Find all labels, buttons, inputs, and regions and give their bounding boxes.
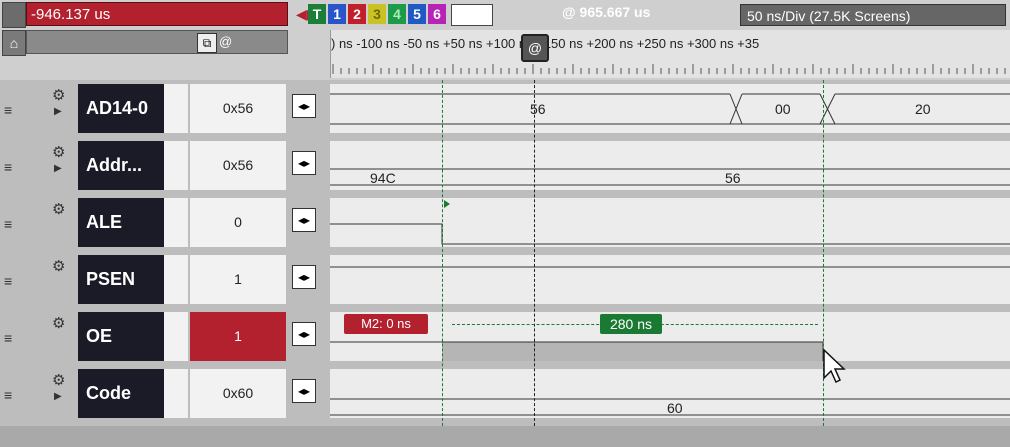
expand-icon[interactable]: ▶: [54, 106, 62, 117]
waveform-lane[interactable]: [330, 255, 1010, 304]
measurement-delta: 280 ns: [600, 314, 662, 334]
channel-value: 1: [190, 255, 286, 304]
marker-4[interactable]: 4: [388, 4, 406, 24]
channel-name[interactable]: AD14-0: [78, 84, 164, 133]
nav-arrows-icon[interactable]: ◂▸: [292, 94, 316, 118]
ruler-ticks: [332, 64, 1006, 74]
control-row: ⧉ @: [26, 30, 288, 54]
waveform-lane[interactable]: 60: [330, 369, 1010, 418]
at-marker[interactable]: @: [521, 34, 549, 62]
cursor-time-display[interactable]: -946.137 us: [26, 2, 288, 26]
nav-arrows-icon[interactable]: ◂▸: [292, 265, 316, 289]
bus-waveform: [330, 168, 1010, 186]
channel-spacer: [164, 198, 188, 247]
bus-value-label: 94C: [370, 170, 396, 186]
marker-tools-button[interactable]: ⧉: [197, 33, 217, 53]
marker-5[interactable]: 5: [408, 4, 426, 24]
nav-arrows-icon[interactable]: ◂▸: [292, 322, 316, 346]
signal-waveform: [330, 200, 1010, 245]
nav-arrows-icon[interactable]: ◂▸: [292, 379, 316, 403]
channel-name[interactable]: Code: [78, 369, 164, 418]
time-division-selector[interactable]: 50 ns/Div (27.5K Screens): [740, 4, 1006, 26]
at-time-readout: @ 965.667 us: [562, 4, 651, 20]
bus-value-label: 00: [775, 101, 791, 117]
waveform-lane[interactable]: 56 00 20: [330, 84, 1010, 133]
drag-handle-icon[interactable]: ≡: [4, 159, 12, 175]
waveform-lane[interactable]: [330, 312, 1010, 361]
drag-handle-icon[interactable]: ≡: [4, 387, 12, 403]
channel-value: 0x60: [190, 369, 286, 418]
channel-row: ≡ ⚙ PSEN 1 ◂▸: [0, 251, 1010, 308]
channel-name[interactable]: OE: [78, 312, 164, 361]
bus-value-label: 56: [725, 170, 741, 186]
channel-value: 0x56: [190, 141, 286, 190]
channel-value: 1: [190, 312, 286, 361]
cursor-line-at[interactable]: [534, 80, 535, 426]
bus-waveform: [330, 93, 1010, 125]
drag-handle-icon[interactable]: ≡: [4, 102, 12, 118]
signal-waveform: [330, 266, 1010, 268]
channel-spacer: [164, 141, 188, 190]
marker-m2-tag[interactable]: M2: 0 ns: [344, 314, 428, 334]
nav-arrows-icon[interactable]: ◂▸: [292, 208, 316, 232]
horizontal-scrollbar[interactable]: [0, 426, 1010, 447]
bus-value-label: 20: [915, 101, 931, 117]
channel-row: ≡ ⚙ OE 1 ◂▸: [0, 308, 1010, 365]
gear-icon[interactable]: ⚙: [52, 200, 65, 218]
mouse-mode-icon[interactable]: ⌂: [2, 30, 26, 56]
mouse-pointer-icon: [823, 348, 846, 384]
bus-value-label: 56: [530, 101, 546, 117]
waveform-lane[interactable]: [330, 198, 1010, 247]
marker-slot[interactable]: [451, 4, 493, 26]
channel-spacer: [164, 312, 188, 361]
drag-handle-icon[interactable]: ≡: [4, 216, 12, 232]
at-label: @: [219, 34, 233, 49]
bus-value-label: 60: [667, 400, 683, 416]
marker-T[interactable]: T: [308, 4, 326, 24]
gear-icon[interactable]: ⚙: [52, 314, 65, 332]
logic-analyzer-window: ⌂ -946.137 us ⧉ @ ◀▶ T 1 2 3 4 5 6 @ 965…: [0, 0, 1010, 447]
expand-icon[interactable]: ▶: [54, 391, 62, 402]
channel-spacer: [164, 84, 188, 133]
channel-spacer: [164, 255, 188, 304]
channel-row: ≡ ⚙ ▶ AD14-0 0x56 ◂▸ 56 00 20: [0, 80, 1010, 137]
gear-icon[interactable]: ⚙: [52, 257, 65, 275]
cursor-line-m1[interactable]: [442, 80, 443, 426]
gear-icon[interactable]: ⚙: [52, 371, 65, 389]
channel-name[interactable]: Addr...: [78, 141, 164, 190]
waveform-lane[interactable]: 94C 56: [330, 141, 1010, 190]
marker-2[interactable]: 2: [348, 4, 366, 24]
drag-handle-icon[interactable]: ≡: [4, 273, 12, 289]
drag-handle-icon[interactable]: ≡: [4, 330, 12, 346]
nav-arrows-icon[interactable]: ◂▸: [292, 151, 316, 175]
channel-row: ≡ ⚙ ▶ Code 0x60 ◂▸ 60: [0, 365, 1010, 422]
expand-icon[interactable]: ▶: [54, 163, 62, 174]
marker-3[interactable]: 3: [368, 4, 386, 24]
timeline-header: ⌂ -946.137 us ⧉ @ ◀▶ T 1 2 3 4 5 6 @ 965…: [0, 0, 1010, 80]
marker-1[interactable]: 1: [328, 4, 346, 24]
gear-icon[interactable]: ⚙: [52, 86, 65, 104]
signal-waveform: [330, 341, 824, 361]
instrument-icon[interactable]: [2, 2, 26, 28]
channel-name[interactable]: ALE: [78, 198, 164, 247]
channel-spacer: [164, 369, 188, 418]
marker-6[interactable]: 6: [428, 4, 446, 24]
channel-row: ≡ ⚙ ▶ Addr... 0x56 ◂▸ 94C 56: [0, 137, 1010, 194]
channel-value: 0x56: [190, 84, 286, 133]
gear-icon[interactable]: ⚙: [52, 143, 65, 161]
time-ruler[interactable]: ) ns -100 ns -50 ns +50 ns +100 ns +150 …: [330, 30, 1010, 78]
channel-name[interactable]: PSEN: [78, 255, 164, 304]
channel-row: ≡ ⚙ ALE 0 ◂▸: [0, 194, 1010, 251]
channel-value: 0: [190, 198, 286, 247]
